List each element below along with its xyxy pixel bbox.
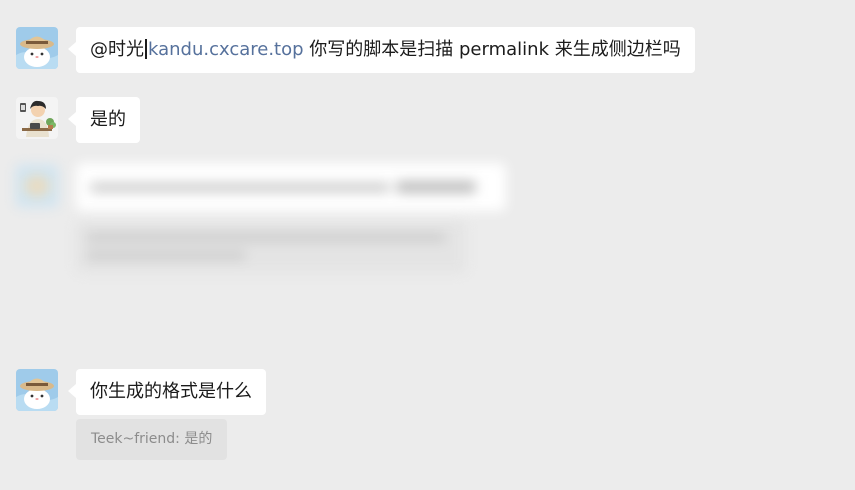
person-avatar[interactable] (16, 97, 58, 139)
blurred-messages (8, 155, 528, 290)
quote-text: Teek~friend: 是的 (91, 431, 213, 447)
message-text: 是的 (90, 109, 126, 130)
blurred-avatar (16, 165, 58, 207)
message-bubble[interactable]: 你生成的格式是什么 (68, 369, 266, 415)
text-cursor (145, 39, 147, 59)
quoted-reply[interactable]: Teek~friend: 是的 (76, 419, 228, 460)
blurred-quote (76, 221, 466, 273)
message-bubble[interactable]: 是的 (68, 97, 140, 143)
cat-avatar[interactable] (16, 369, 58, 411)
mention-text[interactable]: @时光 (90, 39, 144, 60)
message-link[interactable]: kandu.cxcare.top (148, 39, 304, 60)
cat-avatar[interactable] (16, 27, 58, 69)
message-text: 你写的脚本是扫描 permalink 来生成侧边栏吗 (303, 39, 681, 60)
blurred-bubble (76, 163, 506, 211)
message-bubble[interactable]: @时光 kandu.cxcare.top 你写的脚本是扫描 permalink 来… (68, 27, 695, 73)
message-text: 你生成的格式是什么 (90, 381, 252, 402)
